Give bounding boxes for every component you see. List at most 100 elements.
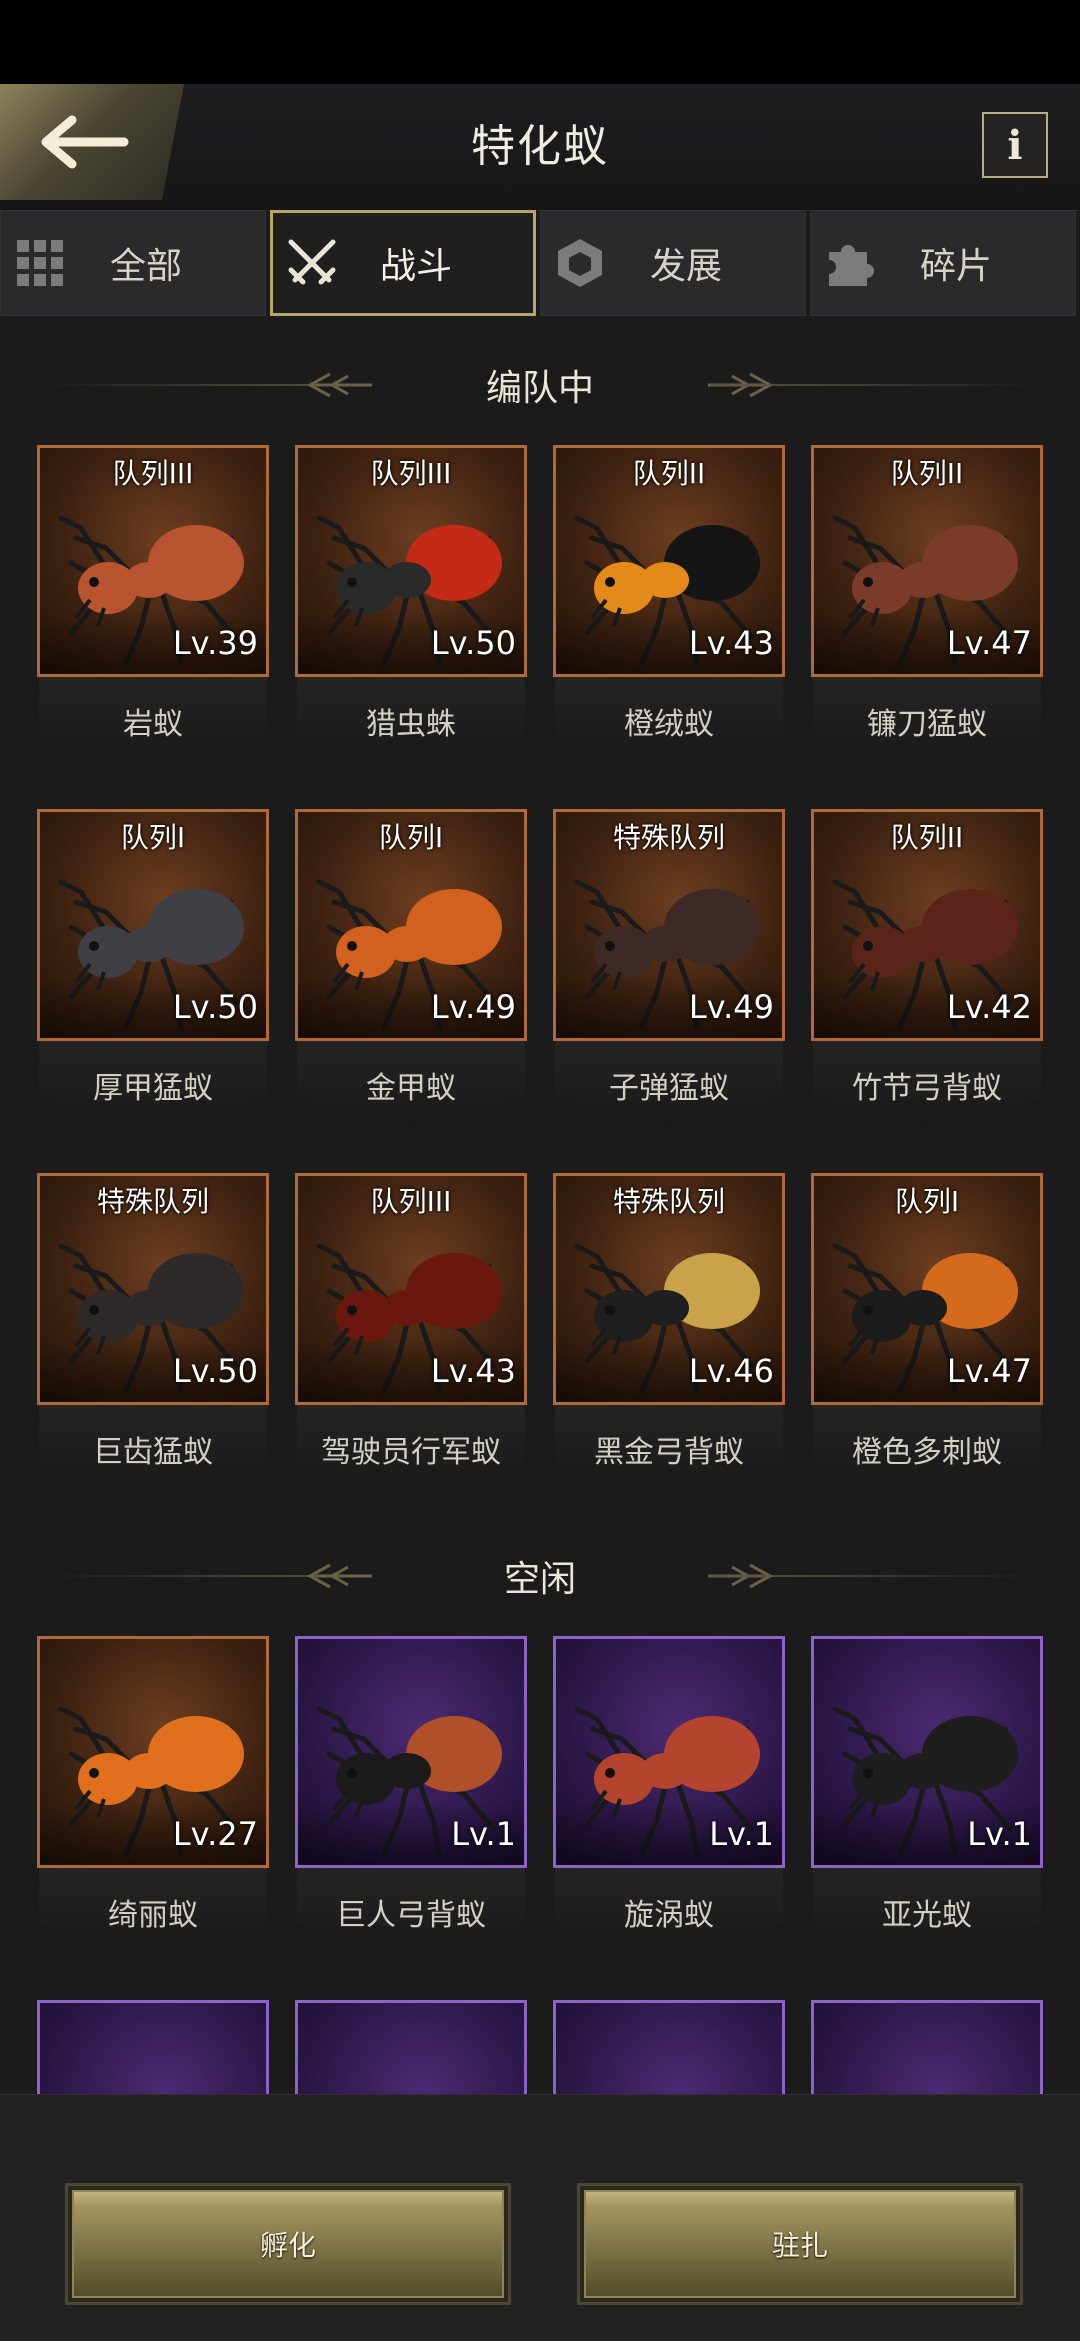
puzzle-icon [823,236,877,290]
ant-card[interactable]: 特殊队列 Lv.49 子弹猛蚁 [553,809,785,1143]
tab-combat-label: 战斗 [379,246,452,287]
ant-name: 橙色多刺蚁 [852,1435,1002,1470]
level-label: Lv.47 [814,612,1040,674]
squad-label: 队列III [112,457,194,490]
ant-name-plate: 金甲蚁 [297,1041,525,1129]
squad-label: 队列I [378,821,444,854]
ant-card[interactable]: Lv.1 旋涡蚁 [553,1636,785,1970]
ant-name: 巨齿猛蚁 [93,1435,213,1470]
ant-name: 绮丽蚁 [108,1898,198,1933]
ant-name: 亚光蚁 [882,1898,972,1933]
level-label: Lv.47 [814,1340,1040,1402]
level-label: Lv.1 [298,1803,524,1865]
ant-card[interactable]: 队列II Lv.43 橙绒蚁 [553,445,785,779]
squad-label: 特殊队列 [612,821,725,854]
ant-card[interactable]: 队列I Lv.49 金甲蚁 [295,809,527,1143]
category-tabs: 全部 战斗 发展 碎片 [0,210,1080,320]
ant-name: 旋涡蚁 [624,1898,714,1933]
level-label: Lv.1 [556,1803,782,1865]
ant-card-partial[interactable] [295,2000,527,2094]
ant-card[interactable]: 队列I Lv.47 橙色多刺蚁 [811,1173,1043,1507]
crossed-swords-icon [285,236,339,290]
ant-name-plate: 子弹猛蚁 [555,1041,783,1129]
ant-card[interactable]: 队列II Lv.47 镰刀猛蚁 [811,445,1043,779]
squad-label: 特殊队列 [96,1185,209,1218]
level-label: Lv.46 [556,1340,782,1402]
level-label: Lv.50 [40,976,266,1038]
tab-all[interactable]: 全部 [0,210,266,316]
ant-portrait: Lv.1 [553,1636,785,1868]
section-header-idle: 空闲 [0,1541,1080,1611]
ant-card[interactable]: 队列III Lv.39 岩蚁 [37,445,269,779]
ant-portrait: 特殊队列 Lv.50 [37,1173,269,1405]
ant-portrait: 队列I Lv.49 [295,809,527,1041]
info-button[interactable]: i [982,112,1048,178]
ant-card[interactable]: Lv.27 绮丽蚁 [37,1636,269,1970]
grid-icon [13,236,67,290]
section-header-formation: 编队中 [0,350,1080,420]
ant-card-partial[interactable] [811,2000,1043,2094]
ant-card[interactable]: Lv.1 巨人弓背蚁 [295,1636,527,1970]
hatch-button[interactable]: 孵化 [65,2183,511,2305]
level-label: Lv.50 [298,612,524,674]
squad-label: 队列I [120,821,186,854]
level-label: Lv.49 [298,976,524,1038]
ant-name: 巨人弓背蚁 [336,1898,486,1933]
ant-name-plate: 厚甲猛蚁 [39,1041,267,1129]
ant-card[interactable]: 特殊队列 Lv.50 巨齿猛蚁 [37,1173,269,1507]
ant-card[interactable]: Lv.1 亚光蚁 [811,1636,1043,1970]
ant-name-plate: 巨齿猛蚁 [39,1405,267,1493]
level-label: Lv.1 [814,1803,1040,1865]
ant-name: 岩蚁 [123,707,183,742]
station-button[interactable]: 驻扎 [577,2183,1023,2305]
ant-name-plate: 驾驶员行军蚁 [297,1405,525,1493]
section-title-formation: 编队中 [485,368,594,409]
tab-fragments-label: 碎片 [919,246,992,287]
page-title: 特化蚁 [471,121,609,172]
ant-name: 金甲蚁 [366,1071,456,1106]
tab-all-label: 全部 [109,246,182,287]
ant-name-plate: 旋涡蚁 [555,1868,783,1956]
ant-card[interactable]: 队列II Lv.42 竹节弓背蚁 [811,809,1043,1143]
squad-label: 队列III [370,457,452,490]
ant-portrait: Lv.1 [295,1636,527,1868]
ant-card[interactable]: 队列III Lv.43 驾驶员行军蚁 [295,1173,527,1507]
ant-card[interactable]: 队列III Lv.50 猎虫蛛 [295,445,527,779]
ant-name-plate: 橙绒蚁 [555,677,783,765]
header: 特化蚁 i [0,84,1080,211]
ant-portrait: 特殊队列 Lv.46 [553,1173,785,1405]
ant-name: 镰刀猛蚁 [867,707,987,742]
squad-label: 队列II [890,821,964,854]
footer-bar: 孵化 驻扎 [0,2094,1080,2341]
ant-portrait: 队列III Lv.39 [37,445,269,677]
ant-portrait: 队列II Lv.42 [811,809,1043,1041]
tab-fragments[interactable]: 碎片 [810,210,1076,316]
ant-card-partial[interactable] [37,2000,269,2094]
tab-combat[interactable]: 战斗 [270,210,536,316]
ant-card[interactable]: 队列I Lv.50 厚甲猛蚁 [37,809,269,1143]
section-title-idle: 空闲 [503,1559,576,1600]
ant-name-plate: 竹节弓背蚁 [813,1041,1041,1129]
level-label: Lv.49 [556,976,782,1038]
squad-label: 特殊队列 [612,1185,725,1218]
ant-portrait: 队列I Lv.50 [37,809,269,1041]
squad-label: 队列I [894,1185,960,1218]
wing-ornament-icon [306,372,372,398]
ant-card[interactable]: 特殊队列 Lv.46 黑金弓背蚁 [553,1173,785,1507]
status-bar [0,0,1080,84]
tab-development-label: 发展 [649,246,722,287]
ant-portrait: 队列I Lv.47 [811,1173,1043,1405]
squad-label: 队列II [632,457,706,490]
tab-development[interactable]: 发展 [540,210,806,316]
ant-name-plate: 猎虫蛛 [297,677,525,765]
wing-ornament-icon [306,1563,372,1589]
ant-name: 猎虫蛛 [366,707,456,742]
ant-portrait: Lv.27 [37,1636,269,1868]
ant-name-plate: 黑金弓背蚁 [555,1405,783,1493]
ant-name-plate: 亚光蚁 [813,1868,1041,1956]
level-label: Lv.43 [556,612,782,674]
ant-name: 子弹猛蚁 [609,1071,729,1106]
hexagon-icon [553,236,607,290]
ant-card-partial[interactable] [553,2000,785,2094]
ant-portrait: Lv.1 [811,1636,1043,1868]
